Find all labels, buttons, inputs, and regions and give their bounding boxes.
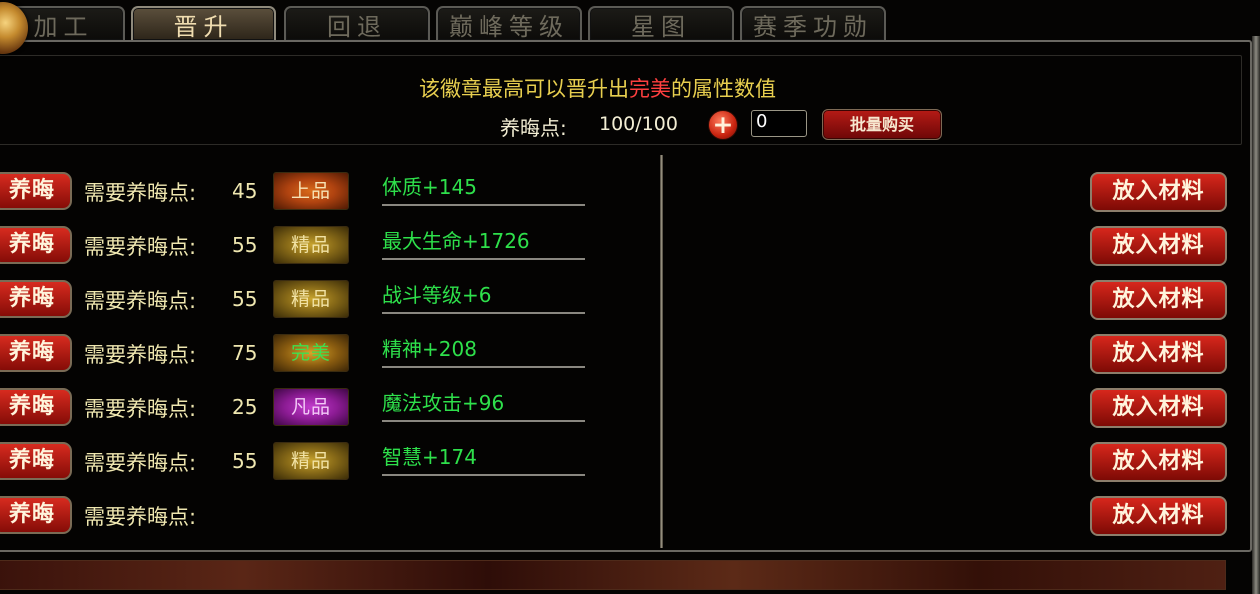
tab-label: 回退 <box>327 12 387 41</box>
tab-promote[interactable]: 晋升 <box>131 6 276 41</box>
required-points-label: 需要养晦点: <box>84 343 197 367</box>
attribute-value: 智慧+174 <box>382 442 585 476</box>
tab-star-map[interactable]: 星图 <box>588 6 734 41</box>
put-material-button[interactable]: 放入材料 <box>1090 226 1227 266</box>
nurture-button[interactable]: 养晦 <box>0 334 72 372</box>
nurture-button[interactable]: 养晦 <box>0 388 72 426</box>
tab-peak-level[interactable]: 巅峰等级 <box>436 6 582 41</box>
tab-season-merit[interactable]: 赛季功勋 <box>740 6 886 41</box>
required-points-value: 75 <box>232 341 258 365</box>
required-points-label: 需要养晦点: <box>84 505 197 529</box>
attribute-value: 精神+208 <box>382 334 585 368</box>
attribute-value: 战斗等级+6 <box>382 280 585 314</box>
put-material-button[interactable]: 放入材料 <box>1090 334 1227 374</box>
grade-badge: 完美 <box>273 334 349 372</box>
nurture-button[interactable]: 养晦 <box>0 496 72 534</box>
nurture-button[interactable]: 养晦 <box>0 442 72 480</box>
required-points-label: 需要养晦点: <box>84 397 197 421</box>
tab-label: 巅峰等级 <box>449 12 569 41</box>
attribute-row: 养晦 需要养晦点: 45 上品 体质+145 放入材料 <box>0 172 1260 216</box>
nurture-button[interactable]: 养晦 <box>0 280 72 318</box>
put-material-button[interactable]: 放入材料 <box>1090 496 1227 536</box>
required-points-label: 需要养晦点: <box>84 181 197 205</box>
grade-badge: 上品 <box>273 172 349 210</box>
put-material-button[interactable]: 放入材料 <box>1090 172 1227 212</box>
attribute-value: 魔法攻击+96 <box>382 388 585 422</box>
tab-label: 晋升 <box>173 12 234 41</box>
put-material-button[interactable]: 放入材料 <box>1090 280 1227 320</box>
notice-suffix: 的属性数值 <box>671 77 776 101</box>
badge-promotion-window: 加工 晋升 回退 巅峰等级 星图 赛季功勋 该徽章最高可以晋升出完美的属性数值 … <box>0 0 1260 594</box>
attribute-row: 养晦 需要养晦点: 放入材料 <box>0 496 1260 540</box>
add-points-button[interactable]: + <box>708 110 738 140</box>
attribute-row: 养晦 需要养晦点: 55 精品 最大生命+1726 放入材料 <box>0 226 1260 270</box>
tab-rollback[interactable]: 回退 <box>284 6 430 41</box>
attribute-value: 体质+145 <box>382 172 585 206</box>
attribute-row: 养晦 需要养晦点: 25 凡品 魔法攻击+96 放入材料 <box>0 388 1260 432</box>
notice-highlight: 完美 <box>629 77 671 101</box>
grade-badge: 凡品 <box>273 388 349 426</box>
attribute-row: 养晦 需要养晦点: 55 精品 智慧+174 放入材料 <box>0 442 1260 486</box>
required-points-label: 需要养晦点: <box>84 289 197 313</box>
notice-prefix: 该徽章最高可以晋升出 <box>419 77 629 101</box>
tab-label: 加工 <box>33 12 94 41</box>
tab-label: 赛季功勋 <box>753 12 873 41</box>
nurture-button[interactable]: 养晦 <box>0 226 72 264</box>
nurture-button[interactable]: 养晦 <box>0 172 72 210</box>
required-points-value: 55 <box>232 233 258 257</box>
put-material-button[interactable]: 放入材料 <box>1090 442 1227 482</box>
attribute-row: 养晦 需要养晦点: 55 精品 战斗等级+6 放入材料 <box>0 280 1260 324</box>
required-points-label: 需要养晦点: <box>84 451 197 475</box>
required-points-label: 需要养晦点: <box>84 235 197 259</box>
required-points-value: 25 <box>232 395 258 419</box>
required-points-value: 55 <box>232 287 258 311</box>
nurture-points-value: 100/100 <box>599 113 678 135</box>
quantity-input[interactable]: 0 <box>751 110 807 137</box>
put-material-button[interactable]: 放入材料 <box>1090 388 1227 428</box>
bulk-buy-button[interactable]: 批量购买 <box>822 109 942 140</box>
attribute-row: 养晦 需要养晦点: 75 完美 精神+208 放入材料 <box>0 334 1260 378</box>
decorative-bottom-bar <box>0 560 1226 590</box>
attribute-value: 最大生命+1726 <box>382 226 585 260</box>
required-points-value: 45 <box>232 179 258 203</box>
grade-badge: 精品 <box>273 442 349 480</box>
grade-badge: 精品 <box>273 280 349 318</box>
required-points-value: 55 <box>232 449 258 473</box>
tab-label: 星图 <box>631 12 691 41</box>
max-promotion-notice: 该徽章最高可以晋升出完美的属性数值 <box>0 73 1195 103</box>
grade-badge: 精品 <box>273 226 349 264</box>
nurture-points-label: 养晦点: <box>500 116 567 140</box>
